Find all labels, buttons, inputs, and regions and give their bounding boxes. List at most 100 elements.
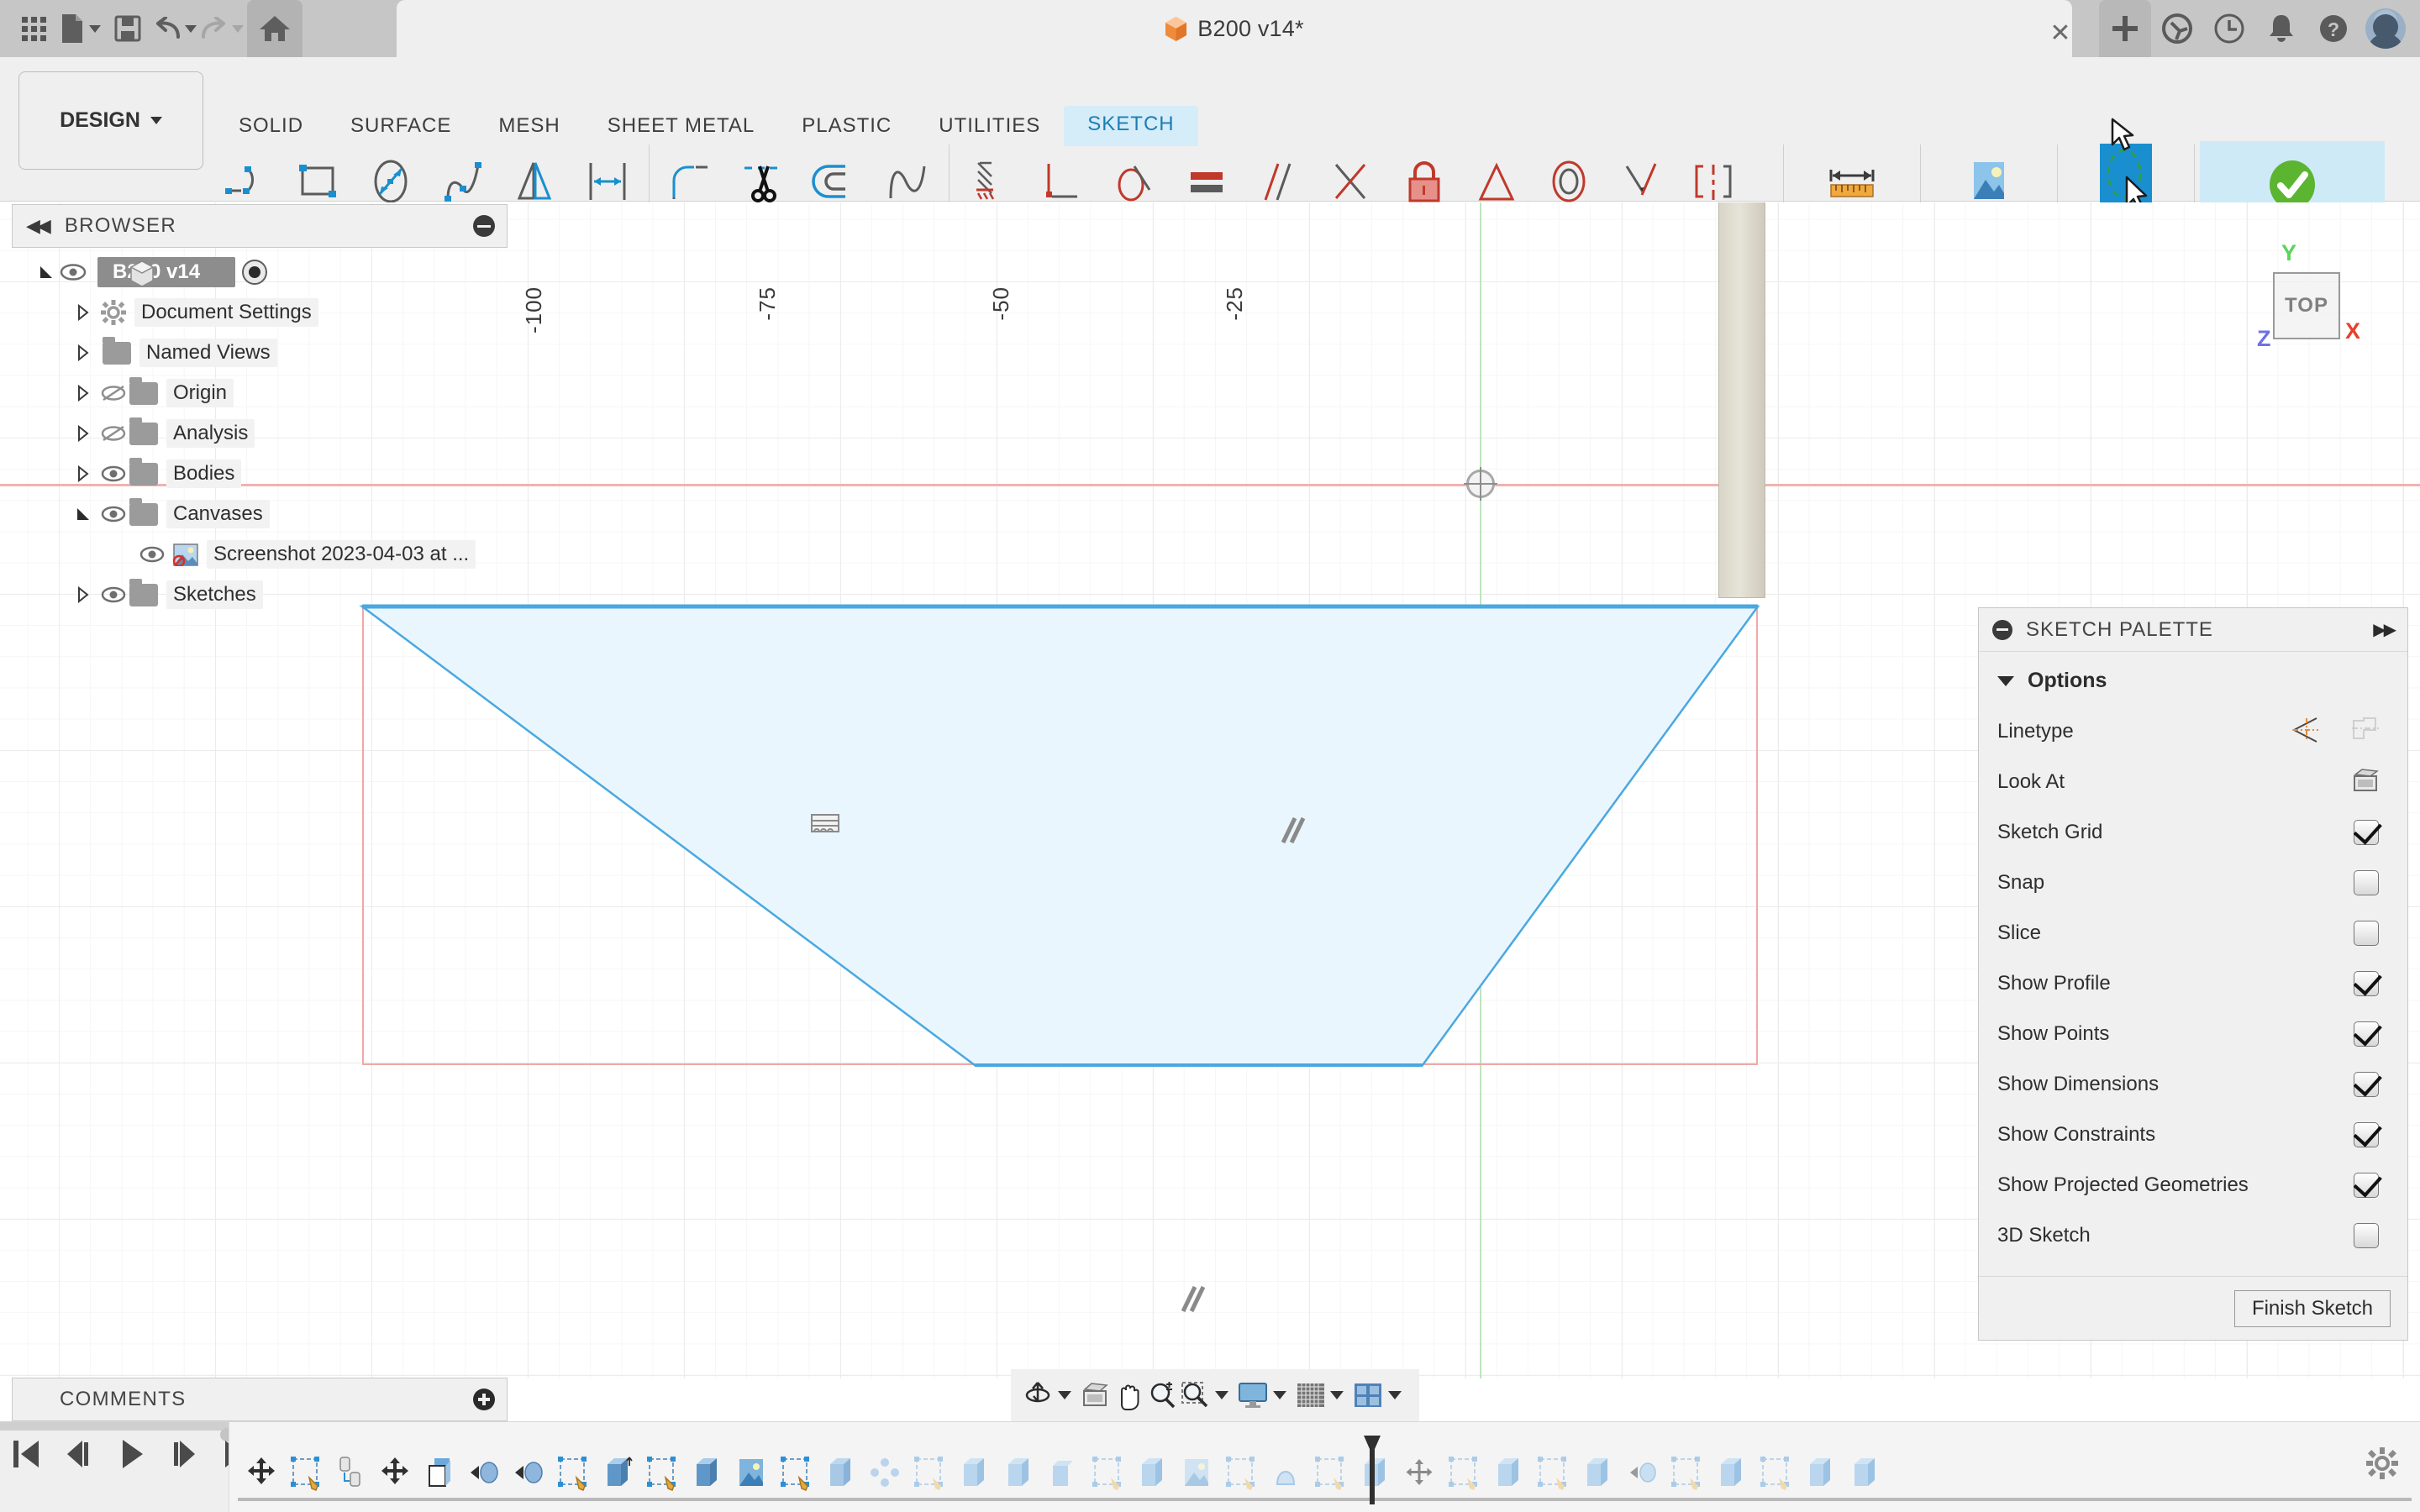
collapse-left-icon[interactable]: ◀◀: [26, 215, 48, 237]
parallel-constraint-icon[interactable]: [1178, 1284, 1207, 1310]
expand-arrow-icon[interactable]: [72, 503, 94, 525]
notifications-icon[interactable]: [2255, 0, 2307, 57]
zoom-window-icon[interactable]: [1180, 1375, 1210, 1415]
timeline-feature-sketch[interactable]: [553, 1447, 593, 1491]
home-icon[interactable]: [247, 0, 302, 57]
save-icon[interactable]: [106, 7, 150, 50]
view-cube-face[interactable]: TOP: [2273, 272, 2340, 339]
visibility-eye-icon[interactable]: [136, 543, 168, 565]
show-profile-checkbox[interactable]: [2354, 971, 2379, 996]
tab-sketch[interactable]: SKETCH: [1064, 106, 1197, 146]
timeline-feature-sketch[interactable]: [286, 1447, 326, 1491]
add-comment-icon[interactable]: [473, 1389, 495, 1410]
play-icon[interactable]: [119, 1437, 145, 1475]
timeline-settings-icon[interactable]: [2366, 1447, 2398, 1483]
minimize-icon[interactable]: [473, 215, 495, 237]
timeline-feature-extrude[interactable]: [820, 1447, 860, 1491]
timeline-feature-copy[interactable]: [419, 1447, 460, 1491]
visibility-hidden-icon[interactable]: [97, 382, 129, 404]
timeline-feature-extrude[interactable]: [998, 1447, 1039, 1491]
comments-panel-header[interactable]: COMMENTS: [12, 1378, 508, 1421]
timeline-feature-pattern[interactable]: [865, 1447, 905, 1491]
timeline-feature-sketch[interactable]: [1221, 1447, 1261, 1491]
tree-item-screenshot-canvas[interactable]: Screenshot 2023-04-03 at ...: [12, 534, 508, 575]
document-tab[interactable]: B200 v14* ✕: [397, 0, 2072, 57]
step-forward-icon[interactable]: [170, 1437, 198, 1475]
show-points-checkbox[interactable]: [2354, 1021, 2379, 1047]
show-constraints-checkbox[interactable]: [2354, 1122, 2379, 1147]
extensions-icon[interactable]: [2151, 0, 2203, 57]
3d-sketch-checkbox[interactable]: [2354, 1223, 2379, 1248]
timeline-feature-sketch[interactable]: [1666, 1447, 1707, 1491]
look-at-icon[interactable]: [1081, 1375, 1111, 1415]
timeline-feature-move[interactable]: [1399, 1447, 1439, 1491]
expand-arrow-icon[interactable]: [72, 302, 94, 323]
options-section-header[interactable]: Options: [1979, 664, 2407, 706]
timeline-feature-component[interactable]: [330, 1447, 371, 1491]
timeline-feature-extrude[interactable]: [687, 1447, 727, 1491]
orbit-icon[interactable]: [1023, 1375, 1053, 1415]
timeline-track[interactable]: [229, 1422, 2420, 1512]
parallel-constraint-icon[interactable]: [1278, 816, 1307, 841]
timeline-feature-sketch[interactable]: [1310, 1447, 1350, 1491]
timeline-feature-revolve[interactable]: [1622, 1447, 1662, 1491]
step-back-icon[interactable]: [66, 1437, 94, 1475]
tree-item-named-views[interactable]: Named Views: [12, 333, 508, 373]
account-avatar[interactable]: [2360, 0, 2412, 57]
timeline-feature-extrude[interactable]: [1132, 1447, 1172, 1491]
chevron-down-icon[interactable]: [1058, 1391, 1071, 1399]
view-cube[interactable]: TOP Y X Z: [2235, 240, 2370, 358]
timeline-feature-move[interactable]: [241, 1447, 281, 1491]
close-icon[interactable]: ✕: [2049, 18, 2070, 48]
expand-arrow-icon[interactable]: [72, 423, 94, 444]
recent-icon[interactable]: [2203, 0, 2255, 57]
timeline-feature-canvas[interactable]: [1176, 1447, 1217, 1491]
display-settings-icon[interactable]: [1238, 1375, 1268, 1415]
tree-item-sketches[interactable]: Sketches: [12, 575, 508, 615]
activate-component-radio[interactable]: [242, 260, 267, 285]
timeline-feature-sketch[interactable]: [909, 1447, 950, 1491]
grid-snap-icon[interactable]: [1296, 1375, 1326, 1415]
jump-start-icon[interactable]: [12, 1437, 40, 1475]
timeline-feature-move[interactable]: [375, 1447, 415, 1491]
timeline-feature-sketch[interactable]: [776, 1447, 816, 1491]
timeline-feature-extrude[interactable]: [1577, 1447, 1618, 1491]
look-at-icon[interactable]: [2352, 768, 2379, 797]
timeline-feature-extrude[interactable]: [597, 1447, 638, 1491]
expand-right-icon[interactable]: ▶▶: [2373, 619, 2394, 640]
timeline-playhead[interactable]: [1363, 1434, 1381, 1506]
apps-grid-icon[interactable]: [12, 7, 55, 50]
show-projected-geometries-checkbox[interactable]: [2354, 1173, 2379, 1198]
chevron-down-icon[interactable]: [1215, 1391, 1228, 1399]
workspace-switcher[interactable]: DESIGN: [18, 71, 203, 170]
add-tab-icon[interactable]: [2099, 0, 2151, 57]
visibility-eye-icon[interactable]: [97, 463, 129, 485]
expand-arrow-icon[interactable]: [72, 463, 94, 485]
timeline-feature-canvas[interactable]: [731, 1447, 771, 1491]
viewports-icon[interactable]: [1353, 1375, 1383, 1415]
tree-item-document-settings[interactable]: Document Settings: [12, 292, 508, 333]
timeline-feature-sketch[interactable]: [642, 1447, 682, 1491]
timeline-feature-sketch[interactable]: [1533, 1447, 1573, 1491]
sketch-grid-checkbox[interactable]: [2354, 820, 2379, 845]
timeline-feature-extrude[interactable]: [1711, 1447, 1751, 1491]
new-document-icon[interactable]: [59, 7, 103, 50]
tree-item-bodies[interactable]: Bodies: [12, 454, 508, 494]
construction-line-icon[interactable]: [2291, 717, 2320, 748]
expand-arrow-icon[interactable]: [72, 382, 94, 404]
visibility-eye-icon[interactable]: [57, 261, 89, 283]
timeline-feature-extrude[interactable]: [1488, 1447, 1528, 1491]
show-dimensions-checkbox[interactable]: [2354, 1072, 2379, 1097]
chevron-down-icon[interactable]: [1388, 1391, 1402, 1399]
timeline-feature-shell[interactable]: [1043, 1447, 1083, 1491]
expand-arrow-icon[interactable]: [35, 261, 57, 283]
undo-icon[interactable]: [153, 7, 197, 50]
visibility-eye-icon[interactable]: [97, 503, 129, 525]
tree-item-b200[interactable]: B200 v14: [12, 252, 508, 292]
zoom-icon[interactable]: [1147, 1375, 1177, 1415]
timeline-feature-sketch[interactable]: [1755, 1447, 1796, 1491]
tree-item-analysis[interactable]: Analysis: [12, 413, 508, 454]
timeline-feature-sketch[interactable]: [1444, 1447, 1484, 1491]
slice-checkbox[interactable]: [2354, 921, 2379, 946]
timeline-feature-sketch[interactable]: [1087, 1447, 1128, 1491]
